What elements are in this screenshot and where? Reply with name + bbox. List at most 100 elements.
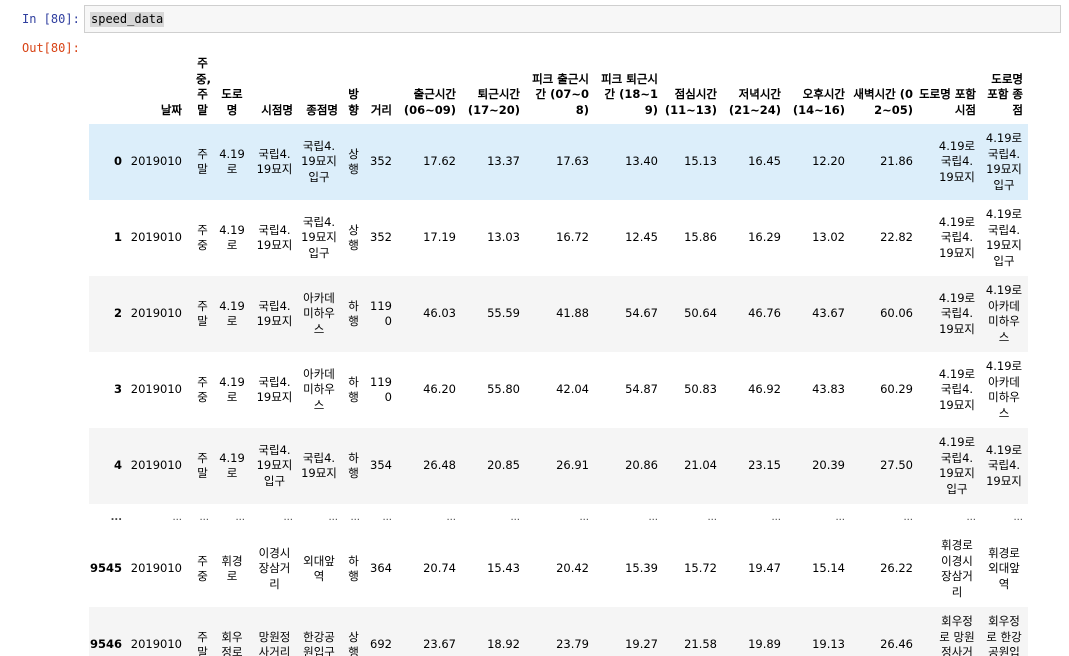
cell-to-text: 한강공원입구 — [303, 629, 335, 656]
column-header: 종점명 — [306, 102, 338, 117]
row-index: 0 — [113, 154, 122, 169]
cell-value: 26.91 — [556, 458, 589, 473]
cell-value: 17.63 — [556, 154, 589, 169]
ellipsis-cell: ... — [835, 512, 845, 523]
column-header: 출근시간 (06~09) — [403, 87, 456, 117]
cell-to: 국립4.19묘지입구 — [298, 124, 343, 200]
row-index: 1 — [113, 230, 122, 245]
cell-value: 16.29 — [748, 230, 781, 245]
cell-value: 20.42 — [556, 561, 589, 576]
table-row[interactable]: 0 2019010 주말 4.19로 국립4.19묘지 국립4.19묘지입구 상… — [89, 124, 1028, 200]
cell-direction: 하행 — [343, 276, 365, 352]
column-header: 주중,주말 — [187, 41, 214, 124]
cell-from: 국립4.19묘지 — [250, 352, 298, 428]
table-row[interactable]: 2 2019010 주말 4.19로 국립4.19묘지 아카데미하우스 하행 1… — [89, 276, 1028, 352]
cell-distance: 352 — [370, 230, 392, 245]
cell-value: 60.06 — [880, 306, 913, 321]
cell-direction-text: 상행 — [348, 146, 359, 177]
cell-direction: 상행 — [343, 607, 365, 656]
cell-daytype-text: 주말 — [197, 629, 208, 656]
cell-road-text: 회우정로 — [221, 629, 243, 656]
cell-date: 2019010 — [130, 637, 182, 652]
cell-value: 20.86 — [625, 458, 658, 473]
index-header — [89, 41, 127, 124]
cell-daytype-text: 주말 — [197, 298, 208, 329]
cell-road-to-text: 회우정로 한강공원입구 — [986, 614, 1022, 656]
column-header: 피크 출근시간 (07~08) — [532, 71, 589, 117]
cell-value: 15.86 — [684, 230, 717, 245]
cell-value: 12.45 — [625, 230, 658, 245]
cell-value: 42.04 — [556, 382, 589, 397]
cell-road-from-text: 회우정로 망원정사거리 — [939, 614, 975, 656]
cell-road-to-text: 4.19로 아카데미하우스 — [985, 283, 1023, 344]
cell-road-from-text: 4.19로 국립4.19묘지 — [938, 290, 976, 336]
cell-road-to: 휘경로 외대앞역 — [981, 531, 1028, 607]
cell-value: 13.40 — [625, 154, 658, 169]
cell-daytype: 주중 — [187, 200, 214, 276]
column-header: 도로명 포함 종점 — [987, 71, 1023, 117]
cell-road-to: 4.19로 국립4.19묘지입구 — [981, 124, 1028, 200]
cell-daytype: 주중 — [187, 531, 214, 607]
cell-road-text: 4.19로 — [219, 374, 245, 405]
cell-value: 21.04 — [684, 458, 717, 473]
cell-road: 회우정로 — [214, 607, 250, 656]
ellipsis-cell: ... — [328, 512, 338, 523]
cell-value: 23.67 — [423, 637, 456, 652]
cell-value: 13.02 — [812, 230, 845, 245]
cell-from-text: 국립4.19묘지 — [256, 374, 293, 405]
cell-value: 20.74 — [423, 561, 456, 576]
ellipsis-cell: ... — [199, 512, 209, 523]
cell-value: 13.03 — [487, 230, 520, 245]
cell-distance: 354 — [370, 458, 392, 473]
table-row[interactable]: 3 2019010 주중 4.19로 국립4.19묘지 아카데미하우스 하행 1… — [89, 352, 1028, 428]
cell-daytype: 주중 — [187, 352, 214, 428]
cell-road-from-text: 4.19로 국립4.19묘지 — [938, 214, 976, 260]
cell-to: 아카데미하우스 — [298, 352, 343, 428]
cell-direction: 상행 — [343, 124, 365, 200]
cell-daytype: 주말 — [187, 428, 214, 504]
cell-road-from: 4.19로 국립4.19묘지입구 — [918, 428, 981, 504]
cell-road-to: 4.19로 국립4.19묘지입구 — [981, 200, 1028, 276]
cell-to-text: 아카데미하우스 — [303, 366, 335, 412]
cell-road-to: 4.19로 국립4.19묘지 — [981, 428, 1028, 504]
cell-road-to: 4.19로 아카데미하우스 — [981, 352, 1028, 428]
table-row[interactable]: 1 2019010 주중 4.19로 국립4.19묘지 국립4.19묘지입구 상… — [89, 200, 1028, 276]
cell-road: 4.19로 — [214, 200, 250, 276]
cell-date: 2019010 — [130, 154, 182, 169]
ellipsis-cell: ... — [648, 512, 658, 523]
cell-date: 2019010 — [130, 561, 182, 576]
code-text[interactable]: speed_data — [90, 12, 165, 27]
cell-to: 외대앞역 — [298, 531, 343, 607]
cell-road-to-text: 4.19로 국립4.19묘지입구 — [985, 131, 1023, 192]
cell-road-from-text: 4.19로 국립4.19묘지입구 — [938, 435, 976, 496]
cell-from: 국립4.19묘지 — [250, 200, 298, 276]
cell-to-text: 아카데미하우스 — [303, 290, 335, 336]
cell-road-text: 휘경로 — [221, 553, 243, 584]
cell-daytype: 주말 — [187, 276, 214, 352]
ellipsis-cell: ... — [707, 512, 717, 523]
cell-from-text: 국립4.19묘지 — [256, 222, 293, 253]
table-row[interactable]: 9545 2019010 주중 휘경로 이경시장삼거리 외대앞역 하행 364 … — [89, 531, 1028, 607]
cell-value: 17.62 — [423, 154, 456, 169]
cell-value: 46.20 — [423, 382, 456, 397]
column-header: 오후시간 (14~16) — [792, 87, 845, 117]
cell-value: 54.67 — [625, 306, 658, 321]
header-row: 날짜 주중,주말 도로명 시점명 종점명 방향 거리 출근시간 (06~09) … — [89, 41, 1028, 124]
cell-value: 15.39 — [625, 561, 658, 576]
dataframe-output[interactable]: 날짜 주중,주말 도로명 시점명 종점명 방향 거리 출근시간 (06~09) … — [89, 41, 1057, 656]
column-header: 방향 — [343, 41, 365, 124]
cell-road-from: 4.19로 국립4.19묘지 — [918, 276, 981, 352]
column-header: 퇴근시간 (17~20) — [467, 87, 520, 117]
cell-date: 2019010 — [130, 458, 182, 473]
cell-value: 27.50 — [880, 458, 913, 473]
cell-direction-text: 하행 — [348, 374, 359, 405]
table-row[interactable]: 4 2019010 주말 4.19로 국립4.19묘지입구 국립4.19묘지 하… — [89, 428, 1028, 504]
table-row[interactable]: 9546 2019010 주말 회우정로 망원정사거리 한강공원입구 상행 69… — [89, 607, 1028, 656]
cell-road-from: 4.19로 국립4.19묘지 — [918, 124, 981, 200]
cell-date: 2019010 — [130, 382, 182, 397]
cell-from: 국립4.19묘지입구 — [250, 428, 298, 504]
code-cell[interactable]: speed_data — [84, 5, 1061, 33]
column-header: 도로명 포함 시점 — [919, 87, 976, 117]
cell-value: 26.22 — [880, 561, 913, 576]
row-index: 9545 — [89, 561, 122, 576]
